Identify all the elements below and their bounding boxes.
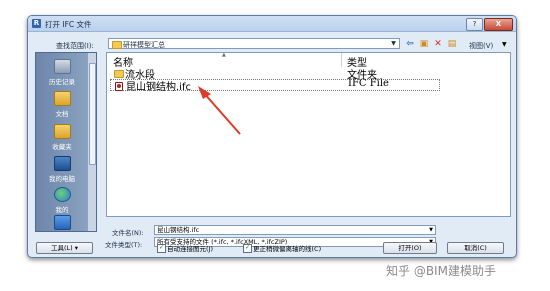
up-folder-icon[interactable]: ▣ bbox=[419, 39, 429, 49]
file-name-label: 文件名(N): bbox=[112, 229, 144, 237]
place-label: 我的电脑 bbox=[49, 175, 75, 183]
delete-icon[interactable]: ✕ bbox=[433, 39, 443, 49]
views-chevron-icon[interactable]: ▼ bbox=[502, 41, 507, 48]
network-icon bbox=[53, 187, 71, 202]
back-icon[interactable]: ⇦ bbox=[405, 39, 415, 49]
help-button[interactable]: ? bbox=[466, 18, 483, 31]
place-history[interactable]: 历史记录 bbox=[36, 59, 88, 86]
ifc-file-icon bbox=[115, 82, 123, 91]
sort-up-icon: ▲ bbox=[222, 52, 226, 58]
file-name-value: 昆山钢结构.ifc bbox=[157, 226, 200, 234]
documents-icon bbox=[53, 91, 71, 106]
file-name-input[interactable]: 昆山钢结构.ifc ▼ bbox=[154, 225, 436, 235]
place-label: 文档 bbox=[55, 110, 69, 118]
correct-lines-label: 更正稍微偏离轴的线(C) bbox=[253, 245, 322, 253]
close-button[interactable]: X bbox=[484, 18, 513, 31]
views-button[interactable]: 视图(V) bbox=[469, 41, 493, 51]
auto-join-label: 自动连接图元(J) bbox=[167, 245, 213, 253]
place-label: 历史记录 bbox=[49, 78, 75, 86]
item-name: 昆山钢结构.ifc bbox=[126, 82, 191, 93]
title-bar: R 打开 IFC 文件 ? X bbox=[28, 16, 516, 32]
list-item-selected[interactable]: 昆山钢结构.ifc IFC File bbox=[110, 78, 440, 93]
scrollbar-thumb[interactable] bbox=[89, 63, 96, 165]
chevron-down-icon[interactable]: ▼ bbox=[389, 40, 398, 47]
place-favorites[interactable]: 收藏夹 bbox=[36, 124, 88, 151]
open-button[interactable]: 打开(O) bbox=[383, 242, 437, 254]
tools-button-label: 工具(L) bbox=[50, 244, 73, 252]
correct-lines-checkbox[interactable]: ✓ bbox=[243, 244, 252, 253]
new-folder-icon[interactable]: ▤ bbox=[447, 39, 457, 49]
favorites-icon bbox=[53, 124, 71, 139]
chevron-down-icon: ▾ bbox=[74, 244, 79, 252]
places-scrollbar[interactable] bbox=[87, 53, 96, 231]
file-type-label: 文件类型(T): bbox=[105, 241, 143, 249]
folder-icon bbox=[112, 41, 122, 49]
revit-app-icon: R bbox=[32, 19, 41, 28]
column-header-name[interactable]: 名称 bbox=[113, 54, 133, 69]
place-network[interactable]: 我的 bbox=[36, 187, 88, 214]
chevron-down-icon[interactable]: ▼ bbox=[429, 226, 433, 234]
watermark: 知乎 @BIM建模助手 bbox=[386, 264, 496, 278]
place-desktop[interactable] bbox=[36, 215, 88, 232]
column-header-type[interactable]: 类型 bbox=[347, 54, 367, 69]
tools-button[interactable]: 工具(L) ▾ bbox=[36, 242, 93, 254]
file-list[interactable]: 名称 ▲ 类型 流水段 文件夹 昆山钢结构.ifc IFC File bbox=[106, 52, 511, 217]
column-divider[interactable] bbox=[341, 53, 342, 67]
place-label: 收藏夹 bbox=[52, 143, 72, 151]
place-documents[interactable]: 文档 bbox=[36, 91, 88, 118]
computer-icon bbox=[53, 156, 71, 171]
auto-join-checkbox[interactable]: ✓ bbox=[157, 244, 166, 253]
desktop-icon bbox=[53, 215, 71, 230]
place-my-computer[interactable]: 我的电脑 bbox=[36, 156, 88, 183]
place-label: 我的 bbox=[55, 206, 69, 214]
folder-icon bbox=[114, 70, 124, 78]
history-icon bbox=[53, 59, 71, 74]
look-in-value: 研祥模型汇总 bbox=[123, 41, 165, 49]
dialog-title: 打开 IFC 文件 bbox=[45, 20, 92, 29]
places-bar: 历史记录 文档 收藏夹 我的电脑 我的 bbox=[35, 52, 97, 232]
look-in-label: 查找范围(I): bbox=[56, 42, 94, 50]
cancel-button[interactable]: 取消(C) bbox=[447, 242, 504, 254]
item-type: IFC File bbox=[348, 78, 389, 89]
look-in-dropdown[interactable]: 研祥模型汇总 ▼ bbox=[108, 38, 400, 49]
open-ifc-dialog: R 打开 IFC 文件 ? X 查找范围(I): 研祥模型汇总 ▼ ⇦ ▣ ✕ … bbox=[27, 15, 517, 258]
